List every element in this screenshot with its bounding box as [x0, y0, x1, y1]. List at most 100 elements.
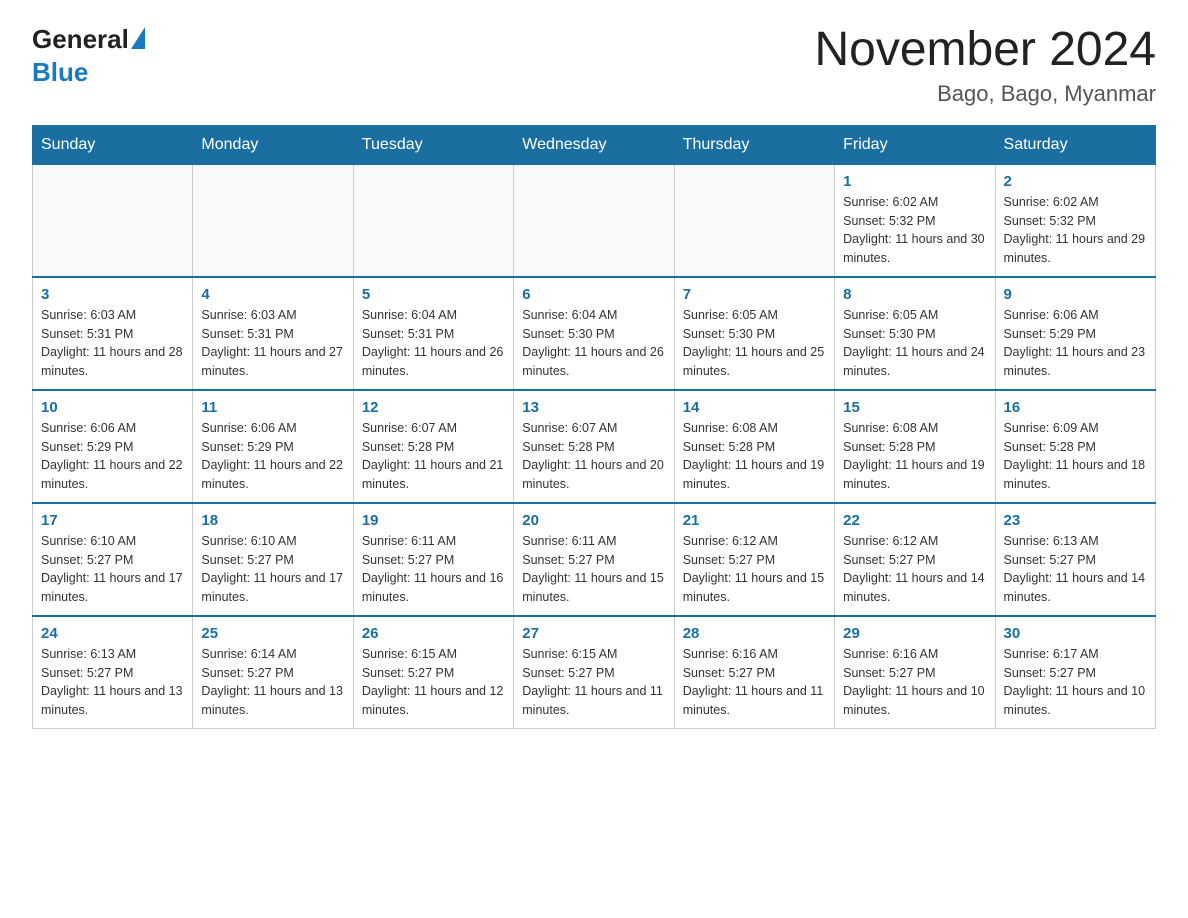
day-number: 7 [683, 286, 826, 303]
calendar-header-monday: Monday [193, 125, 353, 164]
day-number: 25 [201, 625, 344, 642]
logo-general-text: General [32, 24, 129, 55]
day-info: Sunrise: 6:02 AMSunset: 5:32 PMDaylight:… [1004, 193, 1147, 268]
day-info: Sunrise: 6:17 AMSunset: 5:27 PMDaylight:… [1004, 645, 1147, 720]
header: General Blue November 2024 Bago, Bago, M… [32, 24, 1156, 107]
day-info: Sunrise: 6:16 AMSunset: 5:27 PMDaylight:… [843, 645, 986, 720]
logo-blue-text: Blue [32, 57, 88, 88]
calendar-cell: 11 Sunrise: 6:06 AMSunset: 5:29 PMDayligh… [193, 390, 353, 503]
day-number: 28 [683, 625, 826, 642]
day-info: Sunrise: 6:10 AMSunset: 5:27 PMDaylight:… [201, 532, 344, 607]
day-number: 2 [1004, 173, 1147, 190]
day-number: 9 [1004, 286, 1147, 303]
day-info: Sunrise: 6:04 AMSunset: 5:30 PMDaylight:… [522, 306, 665, 381]
day-number: 6 [522, 286, 665, 303]
calendar-week-row: 24Sunrise: 6:13 AMSunset: 5:27 PMDayligh… [33, 616, 1156, 729]
calendar-week-row: 1 Sunrise: 6:02 AMSunset: 5:32 PMDaylight… [33, 164, 1156, 277]
day-number: 12 [362, 399, 505, 416]
calendar-cell: 23Sunrise: 6:13 AMSunset: 5:27 PMDayligh… [995, 503, 1155, 616]
calendar-cell: 10Sunrise: 6:06 AMSunset: 5:29 PMDayligh… [33, 390, 193, 503]
day-number: 29 [843, 625, 986, 642]
calendar-header-saturday: Saturday [995, 125, 1155, 164]
logo-blue-part [129, 31, 145, 49]
calendar-cell: 19 Sunrise: 6:11 AMSunset: 5:27 PMDayligh… [353, 503, 513, 616]
day-number: 16 [1004, 399, 1147, 416]
calendar-cell: 24Sunrise: 6:13 AMSunset: 5:27 PMDayligh… [33, 616, 193, 729]
calendar-week-row: 10Sunrise: 6:06 AMSunset: 5:29 PMDayligh… [33, 390, 1156, 503]
calendar-cell: 22 Sunrise: 6:12 AMSunset: 5:27 PMDayligh… [835, 503, 995, 616]
day-number: 21 [683, 512, 826, 529]
day-info: Sunrise: 6:13 AMSunset: 5:27 PMDaylight:… [1004, 532, 1147, 607]
day-info: Sunrise: 6:05 AMSunset: 5:30 PMDaylight:… [683, 306, 826, 381]
calendar-cell: 4Sunrise: 6:03 AMSunset: 5:31 PMDaylight… [193, 277, 353, 390]
day-number: 20 [522, 512, 665, 529]
day-info: Sunrise: 6:06 AMSunset: 5:29 PMDaylight:… [1004, 306, 1147, 381]
day-info: Sunrise: 6:08 AMSunset: 5:28 PMDaylight:… [843, 419, 986, 494]
day-number: 11 [201, 399, 344, 416]
calendar-cell: 14 Sunrise: 6:08 AMSunset: 5:28 PMDayligh… [674, 390, 834, 503]
calendar-cell: 26 Sunrise: 6:15 AMSunset: 5:27 PMDayligh… [353, 616, 513, 729]
day-info: Sunrise: 6:11 AMSunset: 5:27 PMDaylight:… [522, 532, 665, 607]
calendar-cell: 29 Sunrise: 6:16 AMSunset: 5:27 PMDayligh… [835, 616, 995, 729]
calendar-cell: 15 Sunrise: 6:08 AMSunset: 5:28 PMDayligh… [835, 390, 995, 503]
day-info: Sunrise: 6:12 AMSunset: 5:27 PMDaylight:… [843, 532, 986, 607]
day-info: Sunrise: 6:16 AMSunset: 5:27 PMDaylight:… [683, 645, 826, 720]
calendar-header-friday: Friday [835, 125, 995, 164]
day-number: 30 [1004, 625, 1147, 642]
calendar-cell: 7 Sunrise: 6:05 AMSunset: 5:30 PMDaylight… [674, 277, 834, 390]
calendar-cell: 28 Sunrise: 6:16 AMSunset: 5:27 PMDayligh… [674, 616, 834, 729]
day-number: 26 [362, 625, 505, 642]
day-info: Sunrise: 6:07 AMSunset: 5:28 PMDaylight:… [522, 419, 665, 494]
calendar-cell: 9 Sunrise: 6:06 AMSunset: 5:29 PMDaylight… [995, 277, 1155, 390]
day-info: Sunrise: 6:11 AMSunset: 5:27 PMDaylight:… [362, 532, 505, 607]
month-title: November 2024 [814, 24, 1156, 77]
calendar-cell: 27 Sunrise: 6:15 AMSunset: 5:27 PMDayligh… [514, 616, 674, 729]
day-number: 17 [41, 512, 184, 529]
calendar-header-sunday: Sunday [33, 125, 193, 164]
day-number: 8 [843, 286, 986, 303]
calendar-cell: 25Sunrise: 6:14 AMSunset: 5:27 PMDayligh… [193, 616, 353, 729]
day-info: Sunrise: 6:09 AMSunset: 5:28 PMDaylight:… [1004, 419, 1147, 494]
calendar-cell: 12 Sunrise: 6:07 AMSunset: 5:28 PMDayligh… [353, 390, 513, 503]
day-info: Sunrise: 6:12 AMSunset: 5:27 PMDaylight:… [683, 532, 826, 607]
calendar-cell: 21 Sunrise: 6:12 AMSunset: 5:27 PMDayligh… [674, 503, 834, 616]
calendar-header-row: SundayMondayTuesdayWednesdayThursdayFrid… [33, 125, 1156, 164]
day-number: 14 [683, 399, 826, 416]
calendar-cell: 8Sunrise: 6:05 AMSunset: 5:30 PMDaylight… [835, 277, 995, 390]
day-info: Sunrise: 6:07 AMSunset: 5:28 PMDaylight:… [362, 419, 505, 494]
day-number: 19 [362, 512, 505, 529]
day-info: Sunrise: 6:04 AMSunset: 5:31 PMDaylight:… [362, 306, 505, 381]
day-info: Sunrise: 6:06 AMSunset: 5:29 PMDaylight:… [41, 419, 184, 494]
day-info: Sunrise: 6:13 AMSunset: 5:27 PMDaylight:… [41, 645, 184, 720]
calendar-cell: 30 Sunrise: 6:17 AMSunset: 5:27 PMDayligh… [995, 616, 1155, 729]
day-info: Sunrise: 6:15 AMSunset: 5:27 PMDaylight:… [522, 645, 665, 720]
calendar-cell: 13 Sunrise: 6:07 AMSunset: 5:28 PMDayligh… [514, 390, 674, 503]
day-info: Sunrise: 6:02 AMSunset: 5:32 PMDaylight:… [843, 193, 986, 268]
day-number: 3 [41, 286, 184, 303]
calendar-table: SundayMondayTuesdayWednesdayThursdayFrid… [32, 125, 1156, 729]
day-info: Sunrise: 6:15 AMSunset: 5:27 PMDaylight:… [362, 645, 505, 720]
day-number: 13 [522, 399, 665, 416]
day-number: 15 [843, 399, 986, 416]
day-number: 5 [362, 286, 505, 303]
calendar-week-row: 3Sunrise: 6:03 AMSunset: 5:31 PMDaylight… [33, 277, 1156, 390]
logo: General Blue [32, 24, 145, 88]
day-number: 27 [522, 625, 665, 642]
calendar-cell: 2 Sunrise: 6:02 AMSunset: 5:32 PMDaylight… [995, 164, 1155, 277]
calendar-cell: 5 Sunrise: 6:04 AMSunset: 5:31 PMDaylight… [353, 277, 513, 390]
calendar-cell: 16 Sunrise: 6:09 AMSunset: 5:28 PMDayligh… [995, 390, 1155, 503]
day-number: 4 [201, 286, 344, 303]
day-info: Sunrise: 6:06 AMSunset: 5:29 PMDaylight:… [201, 419, 344, 494]
calendar-cell [514, 164, 674, 277]
day-number: 22 [843, 512, 986, 529]
calendar-cell [33, 164, 193, 277]
calendar-cell [193, 164, 353, 277]
day-number: 18 [201, 512, 344, 529]
calendar-header-tuesday: Tuesday [353, 125, 513, 164]
day-number: 1 [843, 173, 986, 190]
logo-triangle-icon [131, 27, 145, 49]
title-area: November 2024 Bago, Bago, Myanmar [814, 24, 1156, 107]
calendar-cell: 20 Sunrise: 6:11 AMSunset: 5:27 PMDayligh… [514, 503, 674, 616]
day-info: Sunrise: 6:08 AMSunset: 5:28 PMDaylight:… [683, 419, 826, 494]
calendar-header-thursday: Thursday [674, 125, 834, 164]
